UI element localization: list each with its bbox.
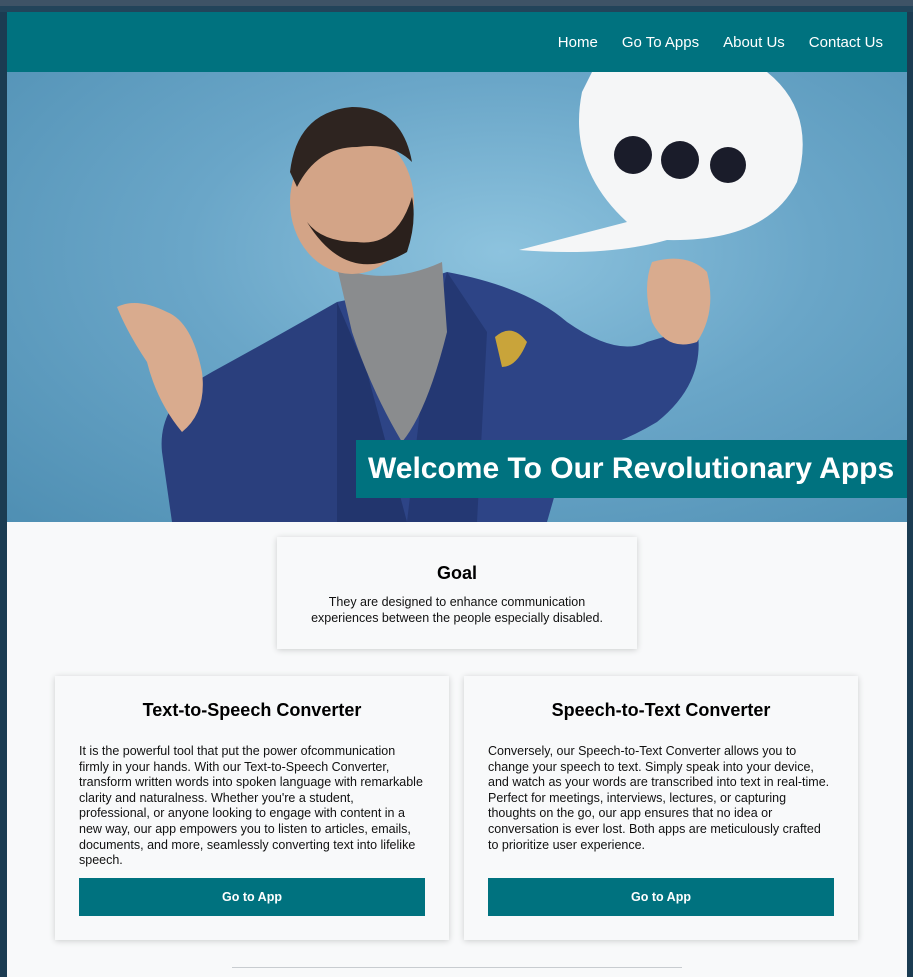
tts-heading: Text-to-Speech Converter <box>142 700 362 720</box>
speech-bubble-icon <box>519 72 803 253</box>
tts-card: Text-to-Speech Converter It is the power… <box>55 676 449 940</box>
nav-home-link[interactable]: Home <box>558 34 598 51</box>
footer-divider <box>232 967 682 968</box>
navbar: Home Go To Apps About Us Contact Us <box>7 12 907 72</box>
tts-go-to-app-button[interactable]: Go to App <box>79 878 425 916</box>
page: Home Go To Apps About Us Contact Us Welc… <box>7 12 907 977</box>
nav-about-link[interactable]: About Us <box>723 34 785 51</box>
nav-contact-link[interactable]: Contact Us <box>809 34 883 51</box>
goal-text: They are designed to enhance communicati… <box>311 595 603 625</box>
nav-links: Home Go To Apps About Us Contact Us <box>558 12 883 72</box>
stt-card: Speech-to-Text Converter Conversely, our… <box>464 676 858 940</box>
tts-description: It is the powerful tool that put the pow… <box>79 744 423 868</box>
goal-card: Goal They are designed to enhance commun… <box>277 537 637 649</box>
hero-banner: Welcome To Our Revolutionary Apps <box>7 72 907 522</box>
stt-heading: Speech-to-Text Converter <box>551 700 771 720</box>
goal-heading: Goal <box>436 563 477 583</box>
nav-apps-link[interactable]: Go To Apps <box>622 34 699 51</box>
hero-title: Welcome To Our Revolutionary Apps <box>356 440 907 498</box>
stt-description: Conversely, our Speech-to-Text Converter… <box>488 744 830 852</box>
stt-go-to-app-button[interactable]: Go to App <box>488 878 834 916</box>
